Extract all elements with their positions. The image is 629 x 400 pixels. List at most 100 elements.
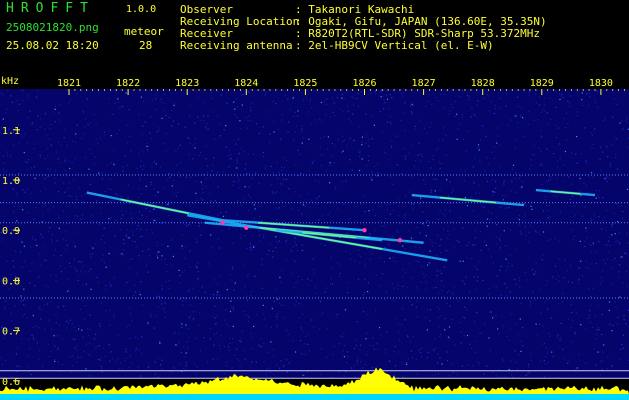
noise-dot	[298, 317, 300, 319]
noise-dot	[501, 316, 503, 318]
noise-dot	[555, 278, 557, 280]
noise-dot	[498, 97, 500, 100]
noise-dot	[530, 205, 532, 207]
noise-dot	[496, 286, 498, 288]
noise-dot	[586, 93, 588, 95]
noise-dot	[51, 234, 53, 236]
noise-dot	[493, 285, 496, 287]
noise-dot	[100, 302, 103, 304]
noise-dot	[160, 342, 162, 345]
noise-dot	[492, 170, 494, 172]
noise-dot	[442, 213, 444, 215]
noise-dot	[181, 245, 183, 247]
noise-dot	[505, 295, 507, 297]
noise-dot	[533, 274, 536, 276]
noise-dot	[182, 304, 184, 306]
noise-dot	[471, 107, 473, 109]
noise-dot	[377, 172, 379, 174]
noise-dot	[160, 222, 163, 224]
noise-dot	[75, 338, 77, 340]
noise-dot	[615, 306, 617, 308]
noise-dot	[361, 141, 363, 143]
noise-dot	[535, 102, 537, 104]
noise-dot	[609, 163, 611, 165]
noise-dot	[129, 267, 131, 269]
noise-dot	[127, 184, 129, 186]
noise-dot	[589, 92, 591, 94]
noise-dot	[12, 144, 15, 146]
noise-dot	[597, 351, 599, 353]
noise-dot	[398, 351, 400, 353]
noise-dot	[417, 169, 419, 171]
noise-dot	[579, 177, 581, 180]
noise-dot	[468, 96, 470, 98]
noise-dot	[291, 208, 293, 210]
noise-dot	[249, 107, 252, 109]
noise-dot	[559, 157, 561, 160]
noise-dot	[464, 317, 466, 319]
noise-dot	[586, 237, 588, 239]
noise-dot	[482, 280, 484, 282]
noise-dot	[556, 177, 558, 179]
noise-dot	[101, 171, 103, 173]
noise-dot	[89, 328, 91, 330]
noise-dot	[562, 96, 564, 98]
noise-dot	[605, 229, 607, 231]
noise-dot	[477, 276, 479, 278]
noise-dot	[560, 322, 562, 324]
noise-dot	[261, 220, 263, 222]
noise-dot	[519, 186, 521, 188]
noise-dot	[21, 241, 23, 243]
noise-dot	[47, 148, 49, 150]
noise-dot	[205, 158, 207, 160]
noise-dot	[487, 211, 490, 213]
noise-dot	[443, 285, 445, 287]
noise-dot	[588, 314, 591, 316]
noise-dot	[47, 286, 49, 288]
noise-dot	[559, 339, 561, 341]
noise-dot	[566, 112, 568, 114]
noise-dot	[142, 100, 145, 103]
noise-dot	[12, 260, 14, 262]
noise-dot	[297, 303, 300, 305]
noise-dot	[555, 106, 557, 108]
noise-dot	[255, 361, 257, 363]
noise-dot	[541, 136, 543, 138]
noise-dot	[357, 249, 359, 251]
noise-dot	[511, 265, 513, 267]
noise-dot	[181, 247, 183, 249]
noise-dot	[87, 328, 89, 330]
noise-dot	[286, 239, 288, 241]
noise-dot	[313, 160, 315, 162]
noise-dot	[57, 361, 59, 363]
noise-dot	[447, 237, 449, 239]
noise-dot	[292, 97, 294, 99]
noise-dot	[588, 288, 590, 290]
noise-dot	[369, 250, 371, 252]
noise-dot	[270, 341, 272, 343]
noise-dot	[91, 153, 93, 155]
noise-dot	[58, 119, 60, 121]
noise-dot	[528, 241, 530, 243]
noise-dot	[514, 350, 516, 352]
noise-dot	[233, 101, 235, 103]
noise-dot	[188, 317, 190, 319]
noise-dot	[351, 169, 353, 171]
noise-dot	[176, 344, 178, 346]
noise-dot	[458, 241, 460, 243]
noise-dot	[550, 176, 552, 178]
noise-dot	[3, 220, 5, 222]
noise-dot	[606, 368, 609, 370]
noise-dot	[163, 221, 165, 223]
noise-dot	[202, 222, 205, 224]
noise-dot	[454, 100, 457, 103]
noise-dot	[295, 295, 297, 297]
noise-dot	[236, 160, 238, 162]
noise-dot	[36, 343, 38, 345]
noise-dot	[124, 155, 126, 157]
noise-dot	[114, 360, 117, 362]
noise-dot	[272, 349, 274, 351]
noise-dot	[236, 162, 238, 164]
noise-dot	[420, 281, 422, 283]
noise-dot	[64, 191, 66, 193]
